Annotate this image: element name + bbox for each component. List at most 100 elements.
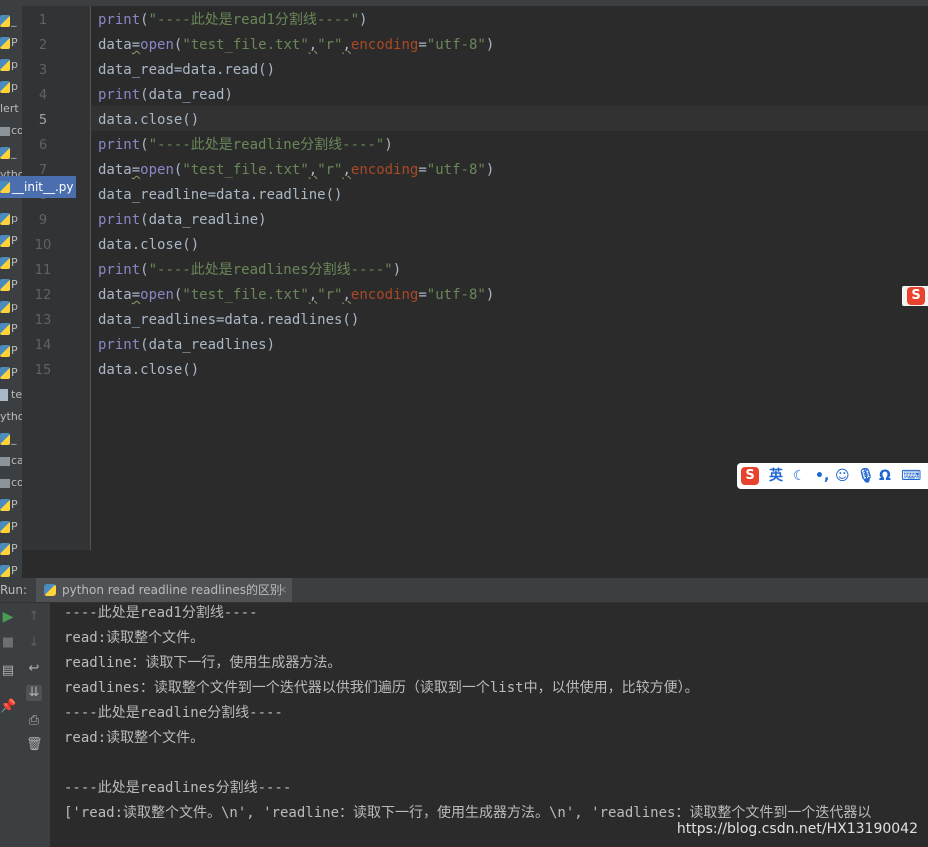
run-tab-bar: Run: python read readline readlines的区别 ×: [0, 578, 928, 603]
code-line[interactable]: print("----此处是readlines分割线----"): [98, 258, 401, 283]
code-line-current[interactable]: data.close(): [98, 108, 199, 133]
ime-toolbar[interactable]: S 英 ☾ •, ☺ 🎙 Ω ⌨: [737, 463, 928, 489]
tree-item[interactable]: P: [0, 494, 22, 516]
pin-icon[interactable]: 📌: [0, 699, 16, 715]
tree-item[interactable]: P: [0, 516, 22, 538]
run-tab-title: python read readline readlines的区别: [62, 583, 283, 597]
line-number: 10: [34, 238, 52, 253]
rerun-icon[interactable]: ▶: [0, 609, 16, 625]
folder-icon: [0, 127, 10, 136]
code-line[interactable]: data=open("test_file.txt","r",encoding="…: [98, 33, 494, 58]
headset-icon[interactable]: Ω: [879, 465, 891, 487]
folder-icon: [0, 479, 10, 488]
tree-item[interactable]: ytho: [0, 406, 22, 428]
close-icon[interactable]: ×: [278, 578, 287, 602]
tree-item[interactable]: P: [0, 362, 22, 384]
line-number: 4: [38, 88, 48, 103]
print-icon[interactable]: ⎙: [26, 713, 42, 729]
python-file-icon: [0, 59, 10, 71]
folder-icon: [0, 457, 10, 466]
scroll-down-icon[interactable]: ↓: [26, 635, 42, 651]
project-tree[interactable]: _ P p p lert co _ ytho p P P P p P P P t…: [0, 6, 22, 578]
panel-splitter[interactable]: [22, 550, 928, 578]
tree-item[interactable]: P: [0, 340, 22, 362]
code-line[interactable]: print(data_readline): [98, 208, 267, 233]
console-line: read:读取整个文件。: [64, 730, 205, 746]
python-file-icon: [0, 499, 10, 511]
python-file-icon: [0, 433, 10, 445]
code-line[interactable]: data=open("test_file.txt","r",encoding="…: [98, 283, 494, 308]
line-number-gutter[interactable]: 1 2 3 4 5 6 7 8 9 10 11 12 13 14 15: [22, 6, 91, 550]
ime-mini-toolbar[interactable]: S: [902, 286, 928, 306]
tree-item[interactable]: p: [0, 296, 22, 318]
moon-icon[interactable]: ☾: [793, 465, 806, 487]
tree-item-selected[interactable]: __init__.py: [0, 176, 76, 198]
tree-item[interactable]: P: [0, 560, 22, 578]
code-line[interactable]: print(data_readlines): [98, 333, 275, 358]
code-line[interactable]: print("----此处是readline分割线----"): [98, 133, 393, 158]
language-toggle[interactable]: 英: [769, 465, 783, 487]
tree-item[interactable]: P: [0, 252, 22, 274]
line-number: 2: [38, 38, 48, 53]
stop-icon[interactable]: ■: [0, 635, 16, 651]
tree-item[interactable]: co: [0, 120, 22, 142]
python-file-icon: [0, 367, 10, 379]
run-console[interactable]: ----此处是read1分割线---- read:读取整个文件。 readlin…: [50, 603, 928, 847]
line-number: 3: [38, 63, 48, 78]
run-label: Run:: [0, 583, 28, 597]
line-number-current: 5: [38, 113, 48, 128]
tree-item[interactable]: P: [0, 32, 22, 54]
line-number: 15: [34, 363, 52, 378]
tree-item[interactable]: p: [0, 54, 22, 76]
python-file-icon: [0, 323, 10, 335]
text-file-icon: [0, 389, 8, 401]
microphone-icon[interactable]: 🎙: [857, 465, 875, 487]
code-line[interactable]: data=open("test_file.txt","r",encoding="…: [98, 158, 494, 183]
tree-item[interactable]: _: [0, 10, 22, 32]
soft-wrap-icon[interactable]: ↩: [26, 661, 42, 677]
code-line[interactable]: print(data_read): [98, 83, 233, 108]
trash-icon[interactable]: 🗑: [26, 737, 43, 753]
python-file-icon: [0, 37, 10, 49]
python-file-icon: [0, 301, 10, 313]
console-line: readlines：读取整个文件到一个迭代器以供我们遍历（读取到一个list中，…: [64, 680, 699, 696]
tree-item[interactable]: te: [0, 384, 22, 406]
run-config-tab[interactable]: python read readline readlines的区别 ×: [36, 578, 292, 602]
scroll-up-icon[interactable]: ↑: [26, 609, 42, 625]
console-line: ----此处是read1分割线----: [64, 605, 258, 621]
line-number: 11: [34, 263, 52, 278]
code-line[interactable]: print("----此处是read1分割线----"): [98, 8, 367, 33]
python-file-icon: [0, 235, 10, 247]
tree-item[interactable]: _: [0, 428, 22, 450]
layout-icon[interactable]: ▤: [0, 663, 16, 679]
tree-item[interactable]: ca: [0, 450, 22, 472]
console-line: ----此处是readlines分割线----: [64, 780, 292, 796]
emoji-icon[interactable]: ☺: [835, 465, 850, 487]
line-number: 6: [38, 138, 48, 153]
tree-item[interactable]: lert: [0, 98, 22, 120]
scroll-to-end-icon[interactable]: ⇊: [26, 685, 42, 701]
python-file-icon: [0, 147, 10, 159]
tree-item[interactable]: P: [0, 274, 22, 296]
tree-item[interactable]: p: [0, 76, 22, 98]
code-line[interactable]: data_readlines=data.readlines(): [98, 308, 359, 333]
tree-item[interactable]: P: [0, 230, 22, 252]
python-file-icon: [0, 521, 10, 533]
tree-item[interactable]: p: [0, 208, 22, 230]
python-file-icon: [0, 543, 10, 555]
current-line-highlight: [91, 106, 928, 131]
punctuation-icon[interactable]: •,: [815, 465, 829, 487]
tree-item[interactable]: co: [0, 472, 22, 494]
tree-item[interactable]: P: [0, 538, 22, 560]
tree-item[interactable]: _: [0, 142, 22, 164]
code-line[interactable]: data.close(): [98, 358, 199, 383]
code-line[interactable]: data_readline=data.readline(): [98, 183, 342, 208]
code-line[interactable]: data.close(): [98, 233, 199, 258]
keyboard-icon[interactable]: ⌨: [901, 465, 921, 487]
sogou-logo-icon: S: [741, 467, 759, 485]
watermark: https://blog.csdn.net/HX13190042: [676, 821, 918, 837]
run-toolbar: ▶ ■ ▤ 📌 ↑ ↓ ↩ ⇊ ⎙ 🗑: [0, 603, 50, 847]
python-file-icon: [0, 81, 10, 93]
code-line[interactable]: data_read=data.read(): [98, 58, 275, 83]
tree-item[interactable]: P: [0, 318, 22, 340]
